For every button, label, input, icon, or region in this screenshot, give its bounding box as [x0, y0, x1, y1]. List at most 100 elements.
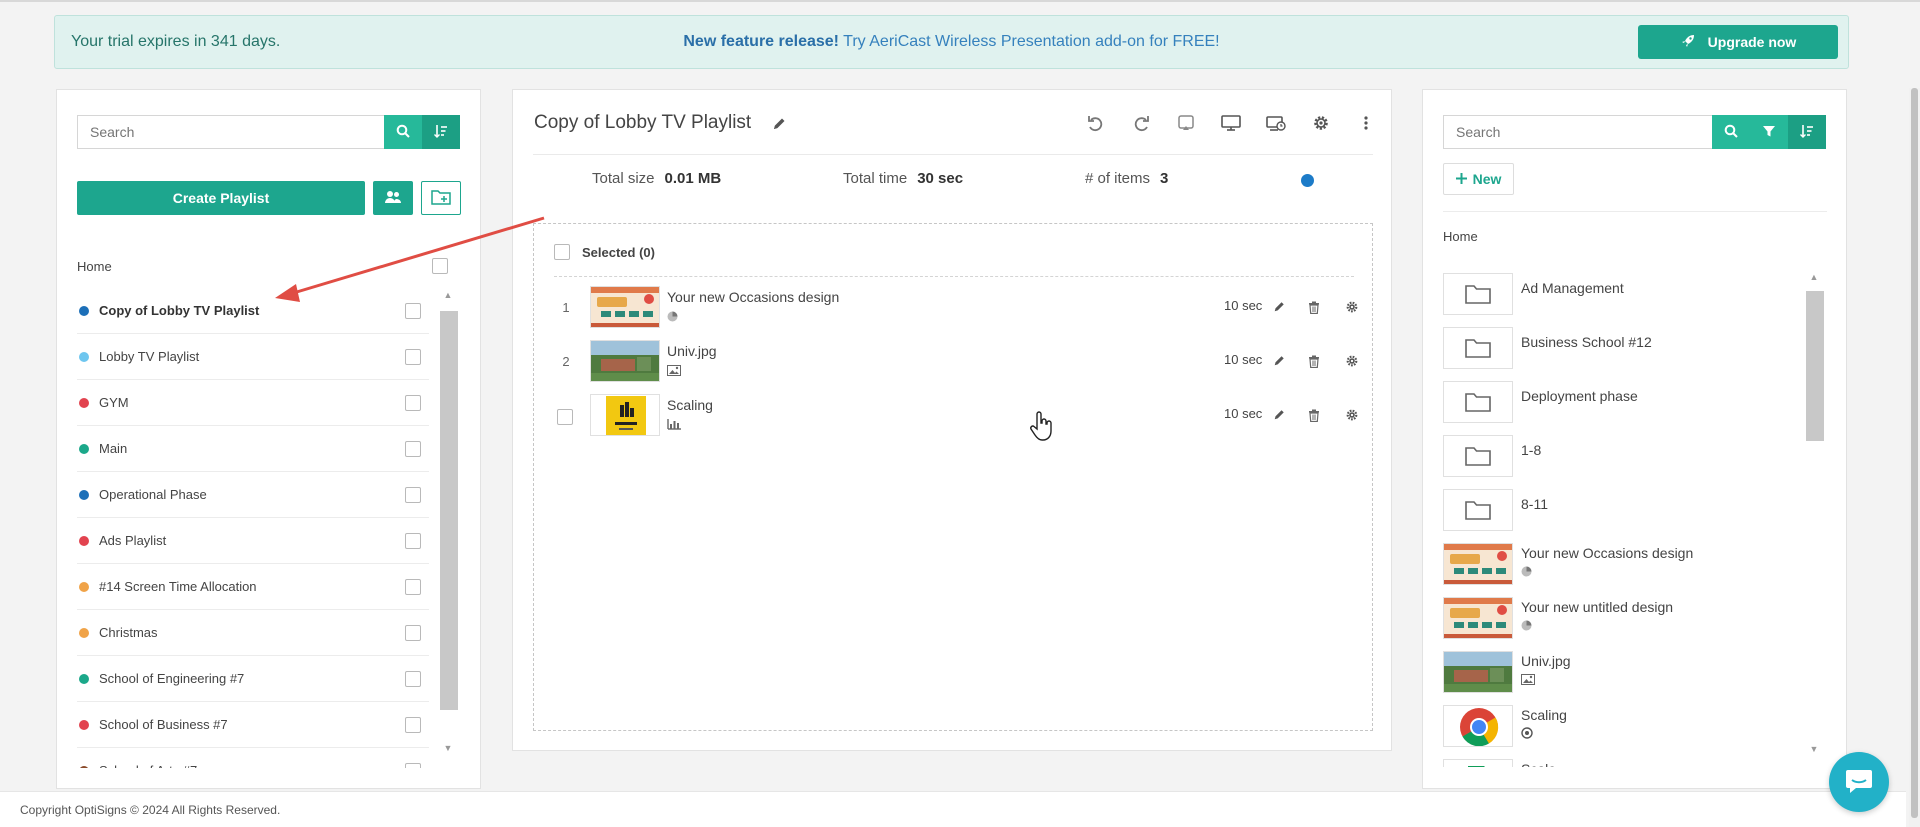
playlist-checkbox[interactable] [405, 625, 421, 641]
edit-duration-icon[interactable] [1270, 406, 1288, 424]
folder-item[interactable]: Deployment phase [1443, 378, 1803, 432]
entry-number: 1 [562, 300, 570, 315]
feature-release[interactable]: New feature release! Try AeriCast Wirele… [55, 33, 1848, 51]
schedule-screen-icon[interactable] [1265, 112, 1287, 134]
settings-gear-icon[interactable] [1310, 112, 1332, 134]
asset-item[interactable]: Scaling [1443, 702, 1803, 756]
trash-icon[interactable] [1305, 298, 1323, 316]
playlist-entry[interactable]: Scaling 10 sec [554, 394, 1358, 440]
playlist-scrollbar[interactable]: ▲ ▼ [437, 288, 459, 758]
playlist-checkbox[interactable] [405, 763, 421, 768]
playlist-item[interactable]: Ads Playlist [77, 518, 429, 564]
playlist-checkbox[interactable] [405, 487, 421, 503]
asset-item[interactable]: Univ.jpg [1443, 648, 1803, 702]
editor-toolbar [1085, 112, 1377, 134]
upgrade-button[interactable]: Upgrade now [1638, 25, 1838, 59]
select-items-checkbox[interactable] [554, 244, 570, 260]
asset-item[interactable]: Your new untitled design [1443, 594, 1803, 648]
playlist-item[interactable]: School of Engineering #7 [77, 656, 429, 702]
edit-duration-icon[interactable] [1270, 352, 1288, 370]
playlist-item[interactable]: Lobby TV Playlist [77, 334, 429, 380]
entry-number: 2 [562, 354, 570, 369]
playlist-checkbox[interactable] [405, 303, 421, 319]
entry-duration[interactable]: 10 sec [1224, 352, 1262, 367]
playlist-entry[interactable]: 2 Univ.jpg 10 sec [554, 340, 1358, 386]
new-folder-button[interactable] [421, 181, 461, 215]
share-users-button[interactable] [373, 181, 413, 215]
playlist-item[interactable]: School of Arts #7 [77, 748, 429, 768]
trash-icon[interactable] [1305, 406, 1323, 424]
edit-duration-icon[interactable] [1270, 298, 1288, 316]
asset-name: Univ.jpg [1521, 653, 1571, 669]
playlist-checkbox[interactable] [405, 395, 421, 411]
gear-icon[interactable] [1343, 352, 1361, 370]
playlist-checkbox[interactable] [405, 717, 421, 733]
asset-name: Scale [1521, 761, 1556, 767]
folder-item[interactable]: 1-8 [1443, 432, 1803, 486]
edit-title-icon[interactable] [772, 117, 786, 134]
asset-thumbnail [1443, 759, 1513, 767]
page-scrollbar[interactable] [1909, 88, 1920, 827]
playlist-home-label: Home [77, 259, 112, 274]
playlist-color-dot [79, 581, 89, 592]
playlist-items-dropzone[interactable]: Selected (0) 1 Your new Occasions design 1… [533, 223, 1373, 731]
asset-scrollbar[interactable]: ▲ ▼ [1803, 270, 1825, 760]
selected-count: Selected (0) [582, 244, 655, 260]
select-all-checkbox[interactable] [432, 258, 448, 274]
redo-icon[interactable] [1130, 112, 1152, 134]
playlist-color-dot [79, 719, 89, 730]
playlist-entry[interactable]: 1 Your new Occasions design 10 sec [554, 286, 1358, 332]
asset-name: Your new Occasions design [1521, 545, 1694, 561]
entry-checkbox[interactable] [557, 409, 573, 425]
playlist-name: School of Arts #7 [99, 763, 197, 768]
asset-item[interactable]: Scale [1443, 756, 1803, 767]
playlist-checkbox[interactable] [405, 671, 421, 687]
design-icon [1521, 618, 1532, 634]
playlist-item[interactable]: Operational Phase [77, 472, 429, 518]
filter-button[interactable] [1750, 115, 1788, 149]
playlist-checkbox[interactable] [405, 349, 421, 365]
trash-icon[interactable] [1305, 352, 1323, 370]
create-playlist-button[interactable]: Create Playlist [77, 181, 365, 215]
asset-item[interactable]: Your new Occasions design [1443, 540, 1803, 594]
entry-duration[interactable]: 10 sec [1224, 406, 1262, 421]
playlist-color-dot [79, 765, 89, 768]
playlist-item[interactable]: Christmas [77, 610, 429, 656]
asset-sort-button[interactable] [1788, 115, 1826, 149]
playlist-item[interactable]: Copy of Lobby TV Playlist [77, 288, 429, 334]
playlist-name: GYM [99, 395, 129, 410]
new-asset-button[interactable]: New [1443, 163, 1514, 195]
gear-icon[interactable] [1343, 298, 1361, 316]
playlist-item[interactable]: GYM [77, 380, 429, 426]
playlist-checkbox[interactable] [405, 441, 421, 457]
rocket-icon [1680, 33, 1696, 52]
asset-search-input[interactable] [1443, 115, 1712, 149]
sort-button[interactable] [422, 115, 460, 149]
more-vertical-icon[interactable] [1355, 112, 1377, 134]
playlist-item[interactable]: Main [77, 426, 429, 472]
folder-item[interactable]: 8-11 [1443, 486, 1803, 540]
total-time-stat: Total time 30 sec [843, 170, 964, 187]
playlist-checkbox[interactable] [405, 533, 421, 549]
gear-icon[interactable] [1343, 406, 1361, 424]
editor-divider [533, 154, 1373, 155]
cast-icon[interactable] [1175, 112, 1197, 134]
playlist-checkbox[interactable] [405, 579, 421, 595]
copyright-text: Copyright OptiSigns © 2024 All Rights Re… [20, 803, 281, 817]
folder-item[interactable]: Ad Management [1443, 270, 1803, 324]
folder-item[interactable]: Business School #12 [1443, 324, 1803, 378]
playlist-item[interactable]: School of Business #7 [77, 702, 429, 748]
folder-name: 8-11 [1521, 496, 1548, 512]
playlist-search-input[interactable] [77, 115, 384, 149]
undo-icon[interactable] [1085, 112, 1107, 134]
monitor-icon[interactable] [1220, 112, 1242, 134]
playlist-color-dot [79, 305, 89, 316]
asset-search-button[interactable] [1712, 115, 1750, 149]
search-button[interactable] [384, 115, 422, 149]
playlist-item[interactable]: #14 Screen Time Allocation [77, 564, 429, 610]
image-icon [667, 363, 681, 379]
release-link[interactable]: Try AeriCast Wireless Presentation add-o… [843, 33, 1219, 50]
chat-button[interactable] [1829, 752, 1889, 812]
entry-duration[interactable]: 10 sec [1224, 298, 1262, 313]
playlist-color-dot [79, 673, 89, 684]
